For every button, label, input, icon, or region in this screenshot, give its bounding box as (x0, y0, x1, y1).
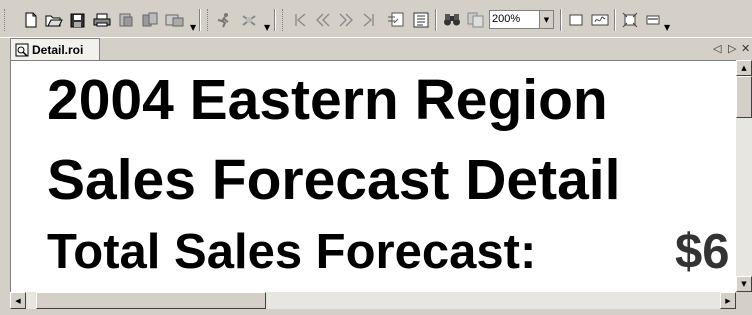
separator (560, 9, 562, 31)
print-icon[interactable] (92, 9, 112, 31)
multi-page-icon[interactable] (589, 9, 611, 31)
single-page-icon[interactable] (566, 9, 586, 31)
close-icon[interactable]: ✕ (741, 42, 750, 55)
open-icon[interactable] (44, 9, 64, 31)
scroll-left-icon[interactable]: ◀ (10, 292, 26, 309)
scrollbar-corner (736, 292, 752, 309)
save-icon[interactable] (68, 9, 86, 31)
page-setup-dropdown[interactable]: ▼ (190, 24, 196, 32)
toolbar-grip[interactable] (282, 9, 286, 31)
document-tab-bar: Detail.roi ◁ ▷ ✕ (0, 37, 752, 61)
copy-icon[interactable] (465, 9, 487, 31)
run-dropdown[interactable]: ▼ (264, 24, 270, 32)
toolbar: ▼ ▼ 200% ▼ ▼ (0, 0, 752, 37)
separator (435, 9, 437, 31)
total-sales-forecast: Total Sales Forecast: $6 (47, 224, 730, 280)
vertical-scrollbar[interactable]: ▲ ▼ (736, 60, 752, 292)
separator (199, 9, 201, 31)
previous-page-icon[interactable] (313, 9, 333, 31)
toolbar-grip[interactable] (207, 9, 211, 31)
horizontal-scrollbar[interactable]: ◀ ▶ (10, 292, 736, 309)
last-page-icon[interactable] (359, 9, 379, 31)
export-icon[interactable] (116, 9, 136, 31)
scroll-up-icon[interactable]: ▲ (736, 60, 752, 76)
next-page-icon[interactable] (336, 9, 356, 31)
layout-dropdown[interactable]: ▼ (664, 24, 670, 32)
tab-label: Detail.roi (32, 43, 84, 57)
report-viewer: 2004 Eastern Region Sales Forecast Detai… (10, 60, 737, 293)
report-title-line-2: Sales Forecast Detail (47, 148, 621, 212)
go-to-page-icon[interactable] (385, 9, 407, 31)
chevron-down-icon[interactable]: ▼ (539, 11, 553, 28)
first-page-icon[interactable] (290, 9, 310, 31)
scroll-right-icon[interactable]: ▶ (720, 292, 736, 309)
find-icon[interactable] (441, 9, 463, 31)
zoom-select[interactable]: 200% ▼ (489, 10, 554, 29)
total-sales-forecast-amount: $6 (675, 225, 730, 279)
report-title-line-1: 2004 Eastern Region (47, 68, 608, 132)
separator (614, 9, 616, 31)
new-icon[interactable] (22, 9, 40, 31)
horizontal-scroll-thumb[interactable] (36, 292, 266, 309)
stop-icon[interactable] (238, 9, 260, 31)
separator (274, 9, 276, 31)
properties-icon[interactable] (140, 9, 160, 31)
tab-scroll-left-icon[interactable]: ◁ (713, 42, 721, 55)
toolbar-grip[interactable] (4, 9, 8, 31)
scroll-down-icon[interactable]: ▼ (736, 276, 752, 292)
toc-icon[interactable] (410, 9, 432, 31)
run-icon[interactable] (214, 9, 234, 31)
tab-scroll-right-icon[interactable]: ▷ (728, 42, 736, 55)
layout-icon[interactable] (643, 9, 663, 31)
zoom-value: 200% (492, 13, 521, 25)
tab-detail-roi[interactable]: Detail.roi (10, 38, 100, 61)
page-setup-icon[interactable] (164, 9, 186, 31)
vertical-scroll-thumb[interactable] (736, 76, 752, 118)
total-sales-forecast-label: Total Sales Forecast: (47, 225, 537, 279)
fit-icon[interactable] (620, 9, 640, 31)
report-file-icon (15, 43, 29, 57)
